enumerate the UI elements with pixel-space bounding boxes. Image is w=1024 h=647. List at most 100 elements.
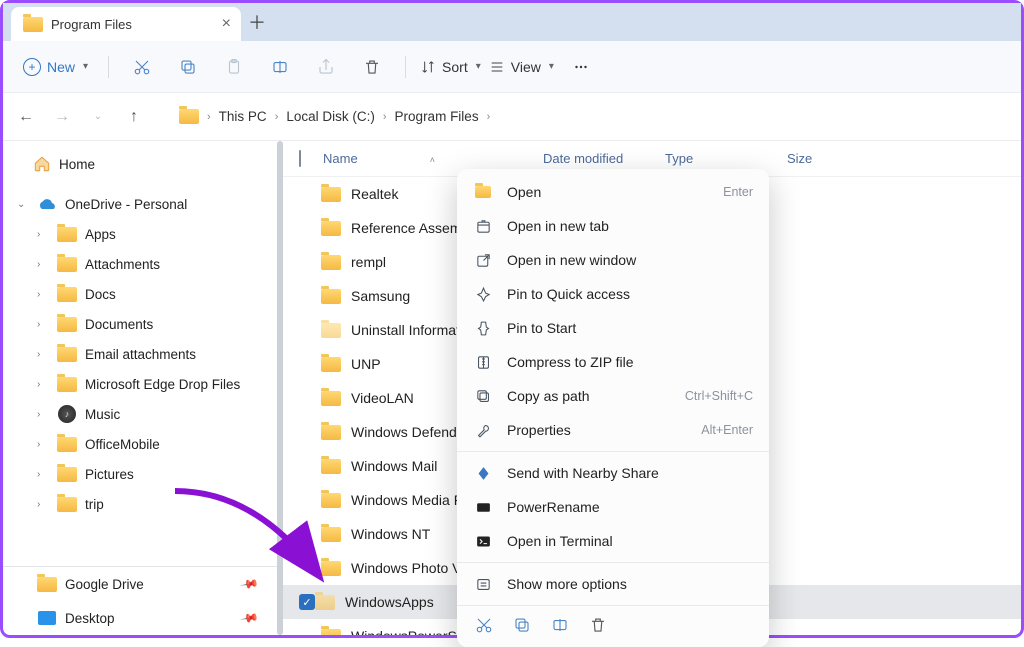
chevron-right-icon[interactable]: › — [37, 409, 49, 420]
folder-icon — [321, 457, 341, 475]
rename-icon[interactable] — [261, 48, 299, 86]
plus-icon: + — [23, 58, 41, 76]
sidebar-item[interactable]: ›trip — [3, 489, 283, 519]
menu-nearby-share[interactable]: Send with Nearby Share — [457, 456, 769, 490]
menu-powerrename[interactable]: PowerRename — [457, 490, 769, 524]
col-name[interactable]: Name — [323, 151, 358, 166]
sidebar-item[interactable]: ›Docs — [3, 279, 283, 309]
file-name: Samsung — [351, 288, 410, 304]
menu-open-terminal[interactable]: Open in Terminal — [457, 524, 769, 558]
up-button[interactable]: ↑ — [125, 108, 143, 126]
folder-icon — [321, 525, 341, 543]
sidebar-item[interactable]: ›Apps — [3, 219, 283, 249]
context-menu: Open Enter Open in new tab Open in new w… — [457, 169, 769, 647]
folder-icon — [57, 315, 77, 333]
sort-asc-icon: ˄ — [430, 155, 435, 165]
select-all-checkbox[interactable] — [299, 150, 301, 167]
folder-icon — [179, 108, 199, 126]
chevron-down-icon[interactable]: ⌄ — [17, 199, 29, 210]
file-name: Realtek — [351, 186, 398, 202]
recent-chevron-icon[interactable]: ⌄ — [89, 111, 107, 122]
menu-open-new-window[interactable]: Open in new window — [457, 243, 769, 277]
menu-open[interactable]: Open Enter — [457, 175, 769, 209]
checkbox-icon[interactable]: ✓ — [299, 594, 315, 610]
back-button[interactable]: ← — [17, 108, 35, 126]
folder-icon — [315, 593, 335, 611]
menu-show-more[interactable]: Show more options — [457, 567, 769, 601]
file-name: Uninstall Informati — [351, 322, 463, 338]
menu-compress-zip[interactable]: Compress to ZIP file — [457, 345, 769, 379]
delete-icon[interactable] — [353, 48, 391, 86]
cut-icon[interactable] — [475, 616, 493, 639]
col-date[interactable]: Date modified — [543, 151, 665, 166]
col-type[interactable]: Type — [665, 151, 787, 166]
close-icon[interactable]: × — [222, 16, 231, 32]
file-name: Windows NT — [351, 526, 430, 542]
pin-icon: 📌 — [239, 574, 259, 594]
pin-icon — [473, 286, 493, 303]
chevron-right-icon[interactable]: › — [37, 469, 49, 480]
powerrename-icon — [473, 499, 493, 516]
sidebar-item[interactable]: ›♪Music — [3, 399, 283, 429]
sort-button[interactable]: Sort ▾ — [420, 59, 481, 75]
more-icon[interactable] — [562, 48, 600, 86]
sidebar-item[interactable]: ›Pictures — [3, 459, 283, 489]
sidebar-item-onedrive[interactable]: ⌄ OneDrive - Personal — [3, 189, 283, 219]
rename-icon[interactable] — [551, 616, 569, 639]
crumb[interactable]: This PC — [219, 109, 267, 124]
new-label: New — [47, 59, 75, 75]
crumb[interactable]: Program Files — [395, 109, 479, 124]
properties-icon — [473, 422, 493, 439]
file-name: Reference Assemb — [351, 220, 469, 236]
new-tab-button[interactable]: ＋ — [241, 6, 273, 38]
chevron-right-icon[interactable]: › — [37, 289, 49, 300]
file-name: WindowsPowerShe — [351, 628, 472, 635]
copy-icon[interactable] — [169, 48, 207, 86]
forward-button: → — [53, 108, 71, 126]
file-name: rempl — [351, 254, 386, 270]
context-menu-quickactions — [457, 610, 769, 641]
cut-icon[interactable] — [123, 48, 161, 86]
chevron-right-icon[interactable]: › — [37, 379, 49, 390]
chevron-right-icon[interactable]: › — [37, 259, 49, 270]
folder-icon — [57, 255, 77, 273]
chevron-right-icon[interactable]: › — [37, 229, 49, 240]
chevron-right-icon[interactable]: › — [37, 499, 49, 510]
sidebar-item[interactable]: ›Microsoft Edge Drop Files — [3, 369, 283, 399]
sidebar-item-desktop[interactable]: Desktop 📌 — [3, 601, 283, 635]
crumb[interactable]: Local Disk (C:) — [286, 109, 375, 124]
chevron-down-icon: ▾ — [83, 61, 88, 72]
folder-icon — [57, 345, 77, 363]
folder-icon — [57, 225, 77, 243]
chevron-right-icon[interactable]: › — [37, 349, 49, 360]
sidebar-item[interactable]: ›Attachments — [3, 249, 283, 279]
delete-icon[interactable] — [589, 616, 607, 639]
open-window-icon — [473, 252, 493, 269]
sidebar-item[interactable]: ›Email attachments — [3, 339, 283, 369]
share-icon — [307, 48, 345, 86]
menu-pin-start[interactable]: Pin to Start — [457, 311, 769, 345]
menu-pin-quick-access[interactable]: Pin to Quick access — [457, 277, 769, 311]
sidebar-item-google-drive[interactable]: Google Drive 📌 — [3, 567, 283, 601]
desktop-icon — [37, 609, 57, 627]
menu-copy-path[interactable]: Copy as path Ctrl+Shift+C — [457, 379, 769, 413]
copy-icon — [473, 388, 493, 405]
chevron-right-icon[interactable]: › — [37, 439, 49, 450]
chevron-right-icon[interactable]: › — [37, 319, 49, 330]
tab-program-files[interactable]: Program Files × — [11, 7, 241, 41]
folder-icon — [57, 375, 77, 393]
folder-icon — [37, 575, 57, 593]
new-button[interactable]: + New ▾ — [17, 54, 94, 80]
menu-open-new-tab[interactable]: Open in new tab — [457, 209, 769, 243]
sidebar-item-home[interactable]: Home — [3, 149, 283, 179]
breadcrumb[interactable]: › This PC › Local Disk (C:) › Program Fi… — [179, 108, 490, 126]
copy-icon[interactable] — [513, 616, 531, 639]
menu-properties[interactable]: Properties Alt+Enter — [457, 413, 769, 447]
view-button[interactable]: View ▾ — [489, 59, 554, 75]
folder-icon — [321, 423, 341, 441]
tab-title: Program Files — [51, 17, 132, 32]
sidebar-item[interactable]: ›Documents — [3, 309, 283, 339]
col-size[interactable]: Size — [787, 151, 867, 166]
folder-icon — [321, 559, 341, 577]
sidebar-item[interactable]: ›OfficeMobile — [3, 429, 283, 459]
